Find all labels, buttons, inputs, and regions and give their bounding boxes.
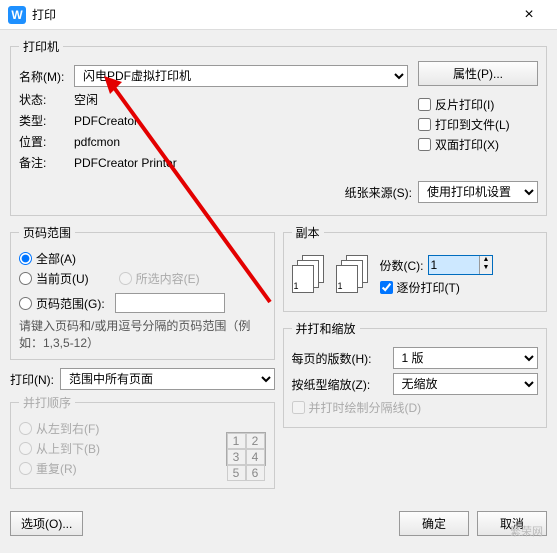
repeat-radio: 重复(R) — [19, 460, 100, 477]
window-title: 打印 — [32, 6, 509, 23]
ok-button[interactable]: 确定 — [399, 511, 469, 536]
duplex-checkbox[interactable]: 双面打印(X) — [418, 136, 538, 153]
lr-radio: 从左到右(F) — [19, 420, 100, 437]
per-sheet-label: 每页的版数(H): — [292, 350, 387, 367]
collate-checkbox[interactable]: 逐份打印(T) — [380, 279, 494, 296]
pages-group: 页码范围 全部(A) 当前页(U) 所选内容(E) 页码范围(G): 请键入页码… — [10, 224, 275, 360]
copies-group: 副本 321 321 份数(C): ▲▼ 逐份打印(T) — [283, 224, 548, 312]
scale-group: 并打和缩放 每页的版数(H): 1 版 按纸型缩放(Z): 无缩放 并打时绘制分… — [283, 320, 548, 428]
options-button[interactable]: 选项(O)... — [10, 511, 83, 536]
reverse-print-checkbox[interactable]: 反片打印(I) — [418, 96, 538, 113]
type-label: 类型: — [19, 112, 74, 129]
print-what-label: 打印(N): — [10, 371, 54, 388]
location-value: pdfcmon — [74, 135, 120, 149]
printer-select[interactable]: 闪电PDF虚拟打印机 — [74, 65, 408, 87]
status-label: 状态: — [19, 91, 74, 108]
pages-legend: 页码范围 — [19, 224, 75, 241]
properties-button[interactable]: 属性(P)... — [418, 61, 538, 86]
print-what-select[interactable]: 范围中所有页面 — [60, 368, 275, 390]
comment-label: 备注: — [19, 154, 74, 171]
tb-radio: 从上到下(B) — [19, 440, 100, 457]
collate-icon: 321 321 — [292, 255, 370, 295]
name-label: 名称(M): — [19, 68, 74, 85]
comment-value: PDFCreator Printer — [74, 156, 177, 170]
copies-spinner[interactable]: ▲▼ — [428, 255, 494, 275]
range-radio[interactable]: 页码范围(G): — [19, 293, 266, 313]
order-group: 并打顺序 从左到右(F) 从上到下(B) 重复(R) 123456 — [10, 394, 275, 489]
type-value: PDFCreator — [74, 114, 138, 128]
selection-radio: 所选内容(E) — [119, 269, 200, 287]
printer-group: 打印机 名称(M): 闪电PDF虚拟打印机 状态:空闲 类型:PDFCreato… — [10, 38, 547, 216]
paper-source-label: 纸张来源(S): — [345, 184, 412, 201]
order-preview-icon: 123456 — [226, 432, 266, 466]
printer-legend: 打印机 — [19, 38, 63, 55]
spin-down-icon[interactable]: ▼ — [480, 264, 493, 272]
status-value: 空闲 — [74, 91, 98, 108]
range-hint: 请键入页码和/或用逗号分隔的页码范围（例如：1,3,5-12） — [19, 317, 266, 351]
copies-legend: 副本 — [292, 224, 324, 241]
close-icon[interactable]: × — [509, 6, 549, 24]
per-sheet-select[interactable]: 1 版 — [393, 347, 539, 369]
range-input[interactable] — [115, 293, 225, 313]
scale-select[interactable]: 无缩放 — [393, 373, 539, 395]
print-to-file-checkbox[interactable]: 打印到文件(L) — [418, 116, 538, 133]
scale-legend: 并打和缩放 — [292, 320, 360, 337]
location-label: 位置: — [19, 133, 74, 150]
all-radio[interactable]: 全部(A) — [19, 250, 89, 267]
watermark: 繁荣网 — [510, 523, 543, 539]
order-legend: 并打顺序 — [19, 394, 75, 411]
current-radio[interactable]: 当前页(U) — [19, 270, 89, 287]
spin-up-icon[interactable]: ▲ — [480, 256, 493, 264]
paper-source-select[interactable]: 使用打印机设置 — [418, 181, 538, 203]
app-icon: W — [8, 6, 26, 24]
copies-label: 份数(C): — [380, 257, 424, 274]
sep-line-checkbox: 并打时绘制分隔线(D) — [292, 399, 539, 416]
scale-label: 按纸型缩放(Z): — [292, 376, 387, 393]
